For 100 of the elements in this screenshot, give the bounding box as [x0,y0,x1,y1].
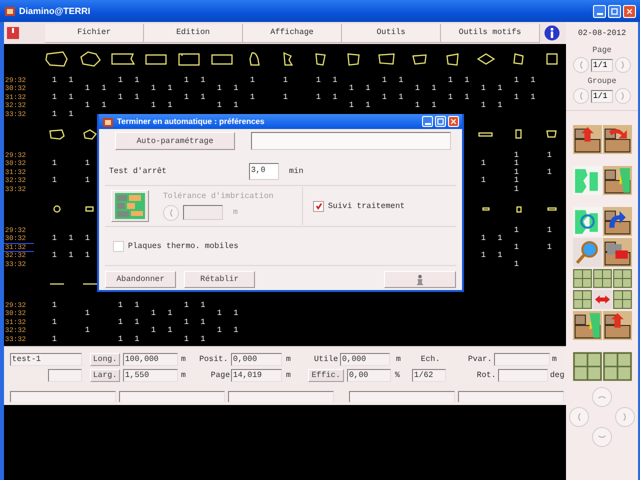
check-icon [314,202,322,210]
tolerance-field[interactable] [183,205,223,220]
count-label: 1 [216,102,223,110]
pieces-icon [592,269,612,288]
count-label: 1 [150,327,157,336]
exit-button[interactable] [6,25,22,41]
count-label: 1 [183,302,190,310]
panel-button[interactable]: Long. [90,353,120,366]
follow-up-checkbox[interactable]: Suivi traitement [313,200,405,212]
text-field[interactable]: 1,550 [123,369,178,382]
tool-button[interactable] [602,238,632,267]
text-field[interactable]: test-1 [10,353,82,366]
dialog-button[interactable]: Abandonner [105,271,176,288]
pieces-icon [602,125,632,154]
pieces-icon [602,311,632,340]
count-label: 1 [51,302,58,310]
field-label: Pvar. [466,355,492,364]
text-field[interactable]: 0,000 [340,353,390,366]
count-label: 1 [84,235,91,244]
count-label: 1 [134,318,140,327]
text-field[interactable]: 0,00 [347,369,391,382]
pieces-icon [572,290,592,309]
count-label: 1 [513,160,520,168]
menu-item[interactable]: Outils [342,24,441,42]
count-label: 1 [414,102,421,110]
tool-button[interactable] [602,166,632,195]
close-button[interactable] [623,4,636,18]
text-field[interactable] [48,369,82,382]
menu-item[interactable]: Affichage [243,24,342,42]
tool-button[interactable] [572,290,592,309]
tool-button[interactable] [612,290,632,309]
maximize-button[interactable] [435,116,446,127]
count-label: 1 [480,102,487,110]
minimize-button[interactable] [593,4,606,18]
count-label: 1 [480,160,487,168]
tool-button[interactable] [592,269,612,288]
panel-button[interactable]: Larg. [90,369,120,382]
panel-button[interactable]: Effic. [308,369,344,382]
pieces-icon [572,166,602,195]
menu-item[interactable]: Edition [144,24,243,42]
count-label: 1 [150,102,157,110]
piece-outline [82,128,96,140]
count-label: 1 [381,94,388,102]
text-field[interactable]: 14,019 [231,369,282,382]
count-label: 1 [68,235,74,244]
count-label: 1 [249,76,256,85]
count-label: 1 [530,76,536,85]
maximize-icon [436,117,445,126]
tool-button[interactable] [592,290,612,309]
figure-icon [414,274,426,286]
menu-item[interactable]: Fichier [45,24,144,42]
tool-button[interactable] [572,207,602,236]
count-label: 1 [166,310,174,318]
count-label: 1 [84,327,91,336]
text-field[interactable] [251,132,451,150]
count-label: 1 [68,252,74,260]
count-label: 1 [282,94,289,102]
count-label: 1 [496,235,504,244]
count-label: 1 [68,76,74,85]
count-label: 1 [166,102,174,110]
mobile-plates-checkbox[interactable]: Plaques thermo. mobiles [113,240,238,252]
text-field[interactable] [498,369,548,382]
nesting-button[interactable] [111,190,149,222]
piece-outline [85,206,94,212]
count-label: 1 [332,76,338,85]
count-label: 1 [496,252,504,260]
tool-button[interactable] [572,269,592,288]
count-label: 1 [117,336,124,344]
tool-button[interactable] [602,311,632,340]
text-field[interactable]: 1/62 [412,369,446,382]
text-field[interactable]: 100,000 [123,353,178,366]
count-label: 1 [51,94,58,102]
maximize-button[interactable] [608,4,621,18]
tool-button[interactable] [572,125,602,154]
close-button[interactable] [448,116,459,127]
text-field[interactable]: 0,000 [231,353,282,366]
count-label: 1 [84,160,91,168]
tool-button[interactable] [572,311,602,340]
piece-outline [478,132,493,137]
nesting-icon [115,193,145,219]
auto-settings-button[interactable]: Auto-paramétrage [115,132,235,150]
count-label: 1 [84,177,91,186]
text-field[interactable] [494,353,550,366]
group-field[interactable]: 1/1 [591,90,613,102]
page-field[interactable]: 1/1 [591,58,613,72]
tool-button[interactable] [602,207,632,236]
confirm-button[interactable] [384,271,456,288]
count-label: 1 [398,76,404,85]
count-label: 1 [117,302,124,310]
tool-button[interactable] [602,125,632,154]
count-label: 1 [364,102,372,110]
minimize-button[interactable] [422,116,433,127]
count-label: 1 [134,94,140,102]
count-label: 1 [464,94,470,102]
menu-item[interactable]: Outils motifs [441,24,540,42]
dialog-button[interactable]: Rétablir [184,271,255,288]
tool-button[interactable] [612,269,632,288]
stop-test-field[interactable]: 3,0 [249,162,279,180]
info-button[interactable] [544,24,562,42]
count-label: 1 [51,76,58,85]
